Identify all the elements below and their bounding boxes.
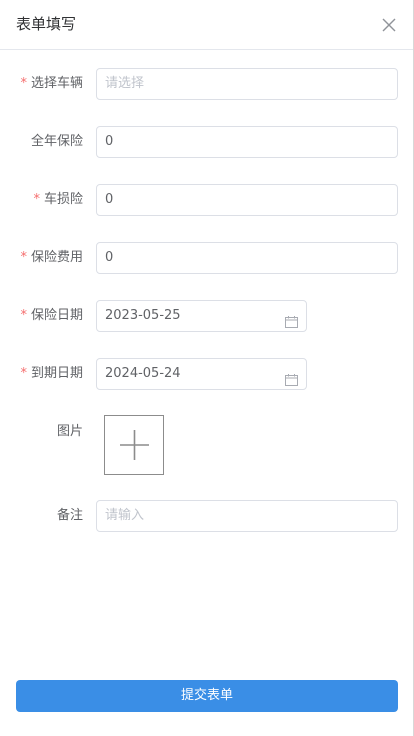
annual-insurance-input[interactable]: 0	[96, 126, 398, 158]
expiry-date-label: * 到期日期	[20, 366, 83, 381]
form-item-insurance-date: * 保险日期 2023-05-25	[0, 300, 413, 332]
form-item-annual-insurance: 全年保险 0	[0, 126, 413, 158]
image-upload-button[interactable]	[104, 415, 164, 475]
form-dialog: 表单填写 * 选择车辆 请选择 全年保险 0 * 车损险 0 * 保险费用 0 * 保险…	[0, 0, 414, 736]
dialog-title: 表单填写	[16, 15, 77, 33]
form-item-vehicle: * 选择车辆 请选择	[0, 68, 413, 100]
vehicle-damage-label: * 车损险	[33, 192, 83, 207]
submit-button[interactable]: 提交表单	[16, 680, 398, 712]
vehicle-select[interactable]: 请选择	[96, 68, 398, 100]
vehicle-label: * 选择车辆	[20, 76, 83, 91]
form-item-image: 图片	[0, 416, 413, 448]
required-mark: *	[20, 76, 27, 91]
insurance-date-value: 2023-05-25	[105, 308, 181, 323]
calendar-icon	[285, 368, 298, 386]
dialog-header: 表单填写	[0, 0, 413, 50]
form-item-remark: 备注 请输入	[0, 500, 413, 532]
insurance-date-picker[interactable]: 2023-05-25	[96, 300, 307, 332]
form-item-expiry-date: * 到期日期 2024-05-24	[0, 358, 413, 390]
remark-input[interactable]: 请输入	[96, 500, 398, 532]
plus-icon	[120, 430, 149, 460]
image-label: 图片	[56, 424, 83, 439]
close-icon[interactable]	[379, 15, 399, 35]
expiry-date-picker[interactable]: 2024-05-24	[96, 358, 307, 390]
required-mark: *	[20, 250, 27, 265]
required-mark: *	[33, 192, 40, 207]
insurance-date-label: * 保险日期	[20, 308, 83, 323]
annual-insurance-label: 全年保险	[30, 134, 83, 149]
vehicle-damage-input[interactable]: 0	[96, 184, 398, 216]
insurance-fee-input[interactable]: 0	[96, 242, 398, 274]
expiry-date-value: 2024-05-24	[105, 366, 181, 381]
calendar-icon	[285, 310, 298, 328]
form-item-vehicle-damage: * 车损险 0	[0, 184, 413, 216]
remark-label: 备注	[56, 508, 83, 523]
form-item-insurance-fee: * 保险费用 0	[0, 242, 413, 274]
required-mark: *	[20, 366, 27, 381]
required-mark: *	[20, 308, 27, 323]
insurance-fee-label: * 保险费用	[20, 250, 83, 265]
